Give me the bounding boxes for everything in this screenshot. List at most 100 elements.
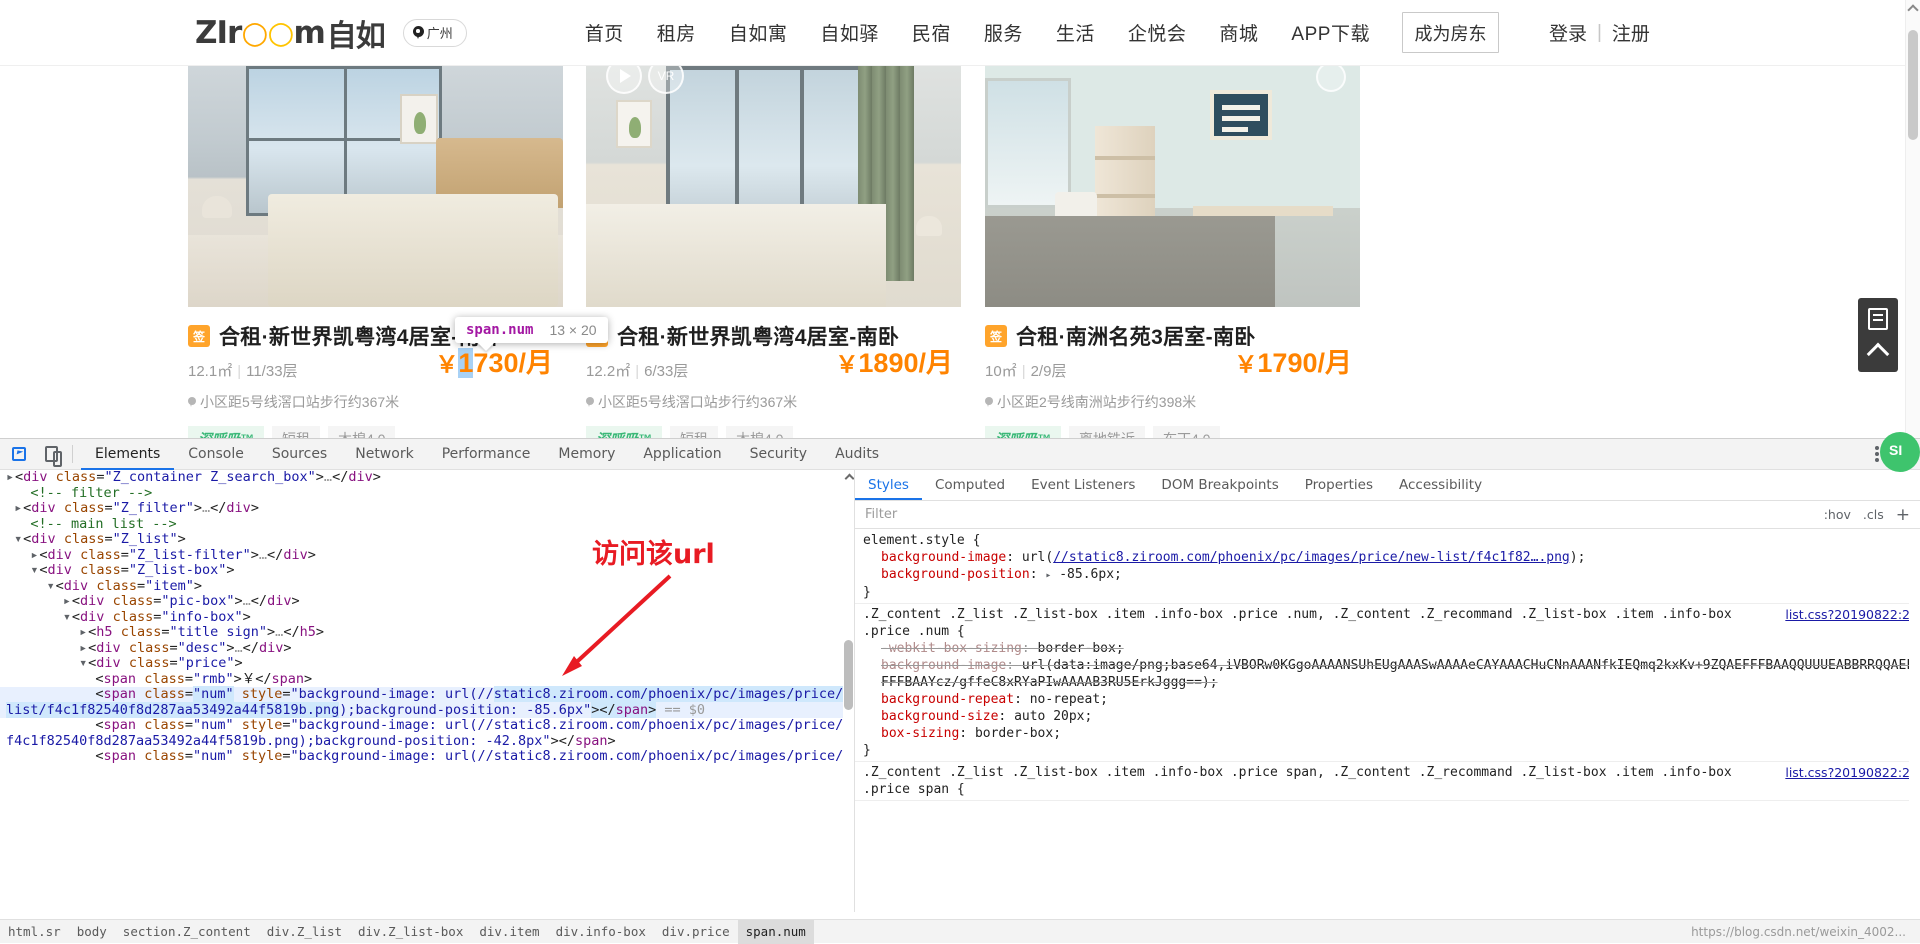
dom-line[interactable]: ▸<div class="Z_filter">…</div> [0, 500, 854, 517]
document-icon[interactable] [1868, 308, 1888, 330]
rule-selector[interactable]: .Z_content .Z_list .Z_list-box .item .in… [863, 764, 1920, 798]
tab-event-listeners[interactable]: Event Listeners [1018, 470, 1148, 500]
rule-selector[interactable]: element.style { [863, 532, 1920, 549]
decl-value[interactable]: -85.6px; [1059, 567, 1122, 582]
rule-declaration[interactable]: background-repeat: no-repeat; [863, 691, 1920, 708]
tab-dom-breakpoints[interactable]: DOM Breakpoints [1148, 470, 1291, 500]
decl-value[interactable]: url(data:image/png;base64,iVBORw0KGgoAAA… [881, 658, 1914, 690]
rule-source-link[interactable]: list.css?20190822:2 [1785, 606, 1910, 623]
breadcrumb-item[interactable]: div.item [471, 920, 547, 944]
city-selector[interactable]: 广州 [402, 18, 467, 47]
scrollbar-thumb[interactable] [1908, 30, 1918, 140]
tab-application[interactable]: Application [629, 439, 735, 470]
dom-line[interactable]: <span class="num" style="background-imag… [0, 748, 854, 765]
tab-accessibility[interactable]: Accessibility [1386, 470, 1495, 500]
dom-line[interactable]: ▸<div class="desc">…</div> [0, 640, 854, 657]
dom-line[interactable]: ▸<div class="Z_container Z_search_box">…… [0, 470, 854, 486]
new-style-rule-icon[interactable]: + [1896, 505, 1910, 525]
dom-line[interactable]: f4c1f82540f8d287aa53492a44f5819b.png);ba… [0, 733, 854, 750]
styles-scrollbar[interactable] [1909, 530, 1920, 912]
nav-item-0[interactable]: 首页 [585, 19, 624, 46]
dom-line-selected[interactable]: <span class="num" style="background-imag… [0, 686, 854, 703]
dom-line[interactable]: <span class="num" style="background-imag… [0, 717, 854, 734]
register-link[interactable]: 注册 [1612, 19, 1650, 46]
dom-line[interactable]: <!-- filter --> [0, 485, 854, 502]
dom-line[interactable]: ▾<div class="Z_list-box"> [0, 562, 854, 579]
tab-elements[interactable]: Elements [81, 439, 175, 470]
styles-filter-input[interactable]: Filter [865, 507, 897, 522]
rule-source-link[interactable]: list.css?20190822:2 [1785, 764, 1910, 781]
inspect-element-icon[interactable] [6, 441, 32, 467]
dom-line[interactable]: ▾<div class="item"> [0, 578, 854, 595]
listing-card[interactable]: 签 合租·新世界凯粤湾4居室-南卧 12.1㎡ | 11/33层 小区距5号线滘口站… [188, 66, 563, 438]
floating-side-widget[interactable] [1858, 298, 1898, 372]
rule-declaration[interactable]: box-sizing: border-box; [863, 725, 1920, 742]
breadcrumb-item[interactable]: div.price [654, 920, 738, 944]
listing-photo[interactable] [188, 66, 563, 307]
listing-card[interactable]: 签 合租·南洲名苑3居室-南卧 10㎡ | 2/9层 小区距2号线南洲站步行约398… [985, 66, 1360, 438]
rule-declaration[interactable]: background-image: url(data:image/png;bas… [863, 657, 1920, 691]
dom-line[interactable]: ▸<h5 class="title sign">…</h5> [0, 624, 854, 641]
price-digit-selected[interactable]: 1 [458, 348, 474, 378]
dom-scroll-up-icon[interactable] [844, 473, 854, 484]
tab-computed[interactable]: Computed [922, 470, 1018, 500]
listing-title[interactable]: 合租·南洲名苑3居室-南卧 [1016, 321, 1256, 351]
decl-value[interactable]: no-repeat; [1030, 692, 1108, 707]
tab-console[interactable]: Console [174, 439, 258, 470]
dom-scrollbar-thumb[interactable] [844, 640, 853, 710]
tab-security[interactable]: Security [736, 439, 822, 470]
dom-line[interactable]: ▾<div class="Z_list"> [0, 531, 854, 548]
listing-photo[interactable] [985, 66, 1360, 307]
dom-line[interactable]: <!-- main list --> [0, 516, 854, 533]
dom-line[interactable]: ▸<div class="pic-box">…</div> [0, 593, 854, 610]
more-options-icon[interactable] [1874, 446, 1879, 462]
site-logo[interactable]: Z Ir ○ ○ m 自如 [195, 11, 386, 55]
nav-item-4[interactable]: 民宿 [912, 19, 951, 46]
hov-toggle[interactable]: :hov [1824, 507, 1851, 522]
tab-performance[interactable]: Performance [428, 439, 545, 470]
style-rule[interactable]: element.style { background-image: url(//… [855, 530, 1920, 604]
breadcrumb-item[interactable]: html.sr [0, 920, 69, 944]
rule-declaration[interactable]: background-image: url(//static8.ziroom.c… [863, 549, 1920, 566]
dom-tree-pane[interactable]: ▸<div class="Z_container Z_search_box">…… [0, 470, 855, 912]
breadcrumb-item-active[interactable]: span.num [737, 919, 814, 944]
chat-widget-icon[interactable]: SI [1880, 432, 1920, 472]
nav-item-2[interactable]: 自如寓 [729, 19, 788, 46]
dom-line[interactable]: <span class="rmb">￥</span> [0, 671, 854, 688]
cls-toggle[interactable]: .cls [1863, 507, 1884, 522]
dom-line[interactable]: ▾<div class="price"> [0, 655, 854, 672]
tab-audits[interactable]: Audits [821, 439, 893, 470]
breadcrumb-item[interactable]: section.Z_content [115, 920, 259, 944]
breadcrumb-item[interactable]: div.info-box [548, 920, 654, 944]
listing-card[interactable]: VR 签 合租·新世界凯粤湾4居室-南卧 12.2㎡|6/33层 小区距5号线滘… [586, 66, 961, 438]
nav-item-9[interactable]: APP下载 [1291, 19, 1370, 46]
tab-styles[interactable]: Styles [855, 470, 922, 500]
tab-properties[interactable]: Properties [1292, 470, 1386, 500]
decl-value[interactable]: border-box; [975, 726, 1061, 741]
rule-declaration[interactable]: background-position: ▸ -85.6px; [863, 566, 1920, 584]
nav-item-1[interactable]: 租房 [657, 19, 696, 46]
decl-value[interactable]: border-box; [1038, 641, 1124, 656]
dom-tree-scrollbar[interactable] [843, 470, 854, 912]
rule-declaration[interactable]: background-size: auto 20px; [863, 708, 1920, 725]
become-landlord-button[interactable]: 成为房东 [1401, 12, 1499, 53]
nav-item-6[interactable]: 生活 [1056, 19, 1095, 46]
tab-sources[interactable]: Sources [258, 439, 341, 470]
nav-item-3[interactable]: 自如驿 [820, 19, 879, 46]
breadcrumb-item[interactable]: body [69, 920, 115, 944]
breadcrumb-item[interactable]: div.Z_list [259, 920, 350, 944]
style-rule[interactable]: .Z_content .Z_list .Z_list-box .item .in… [855, 762, 1920, 801]
tab-network[interactable]: Network [341, 439, 427, 470]
nav-item-7[interactable]: 企悦会 [1128, 19, 1187, 46]
breadcrumb-item[interactable]: div.Z_list-box [350, 920, 471, 944]
style-rule[interactable]: .Z_content .Z_list .Z_list-box .item .in… [855, 604, 1920, 762]
rule-selector[interactable]: .Z_content .Z_list .Z_list-box .item .in… [863, 606, 1920, 640]
expand-arrow-icon[interactable]: ▸ [1045, 570, 1051, 581]
rule-declaration[interactable]: -webkit-box-sizing: border-box; [863, 640, 1920, 657]
listing-photo[interactable]: VR [586, 66, 961, 307]
login-link[interactable]: 登录 [1549, 19, 1587, 46]
device-toolbar-icon[interactable] [38, 441, 64, 467]
tab-memory[interactable]: Memory [544, 439, 629, 470]
scroll-up-arrow-icon[interactable] [1907, 4, 1919, 16]
dom-line[interactable]: ▾<div class="info-box"> [0, 609, 854, 626]
